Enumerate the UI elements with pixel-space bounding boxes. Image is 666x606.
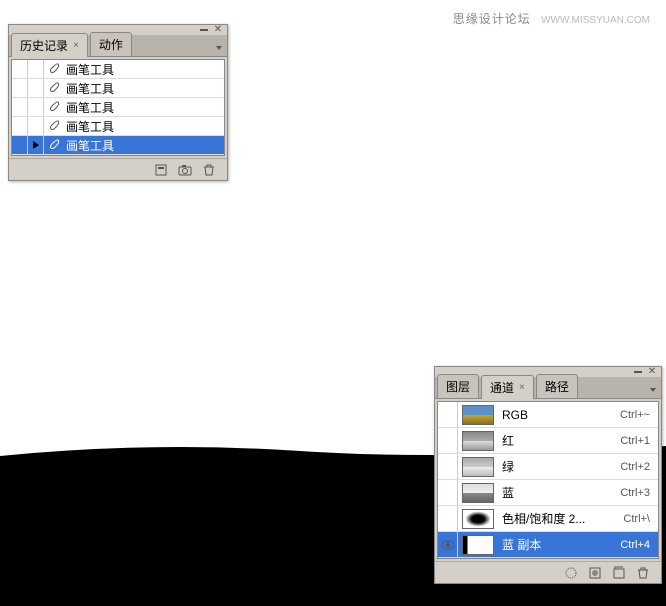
channel-shortcut: Ctrl+4 xyxy=(620,539,658,551)
tab-actions[interactable]: 动作 xyxy=(90,32,132,56)
channel-shortcut: Ctrl+~ xyxy=(620,409,658,421)
visibility-toggle[interactable] xyxy=(438,428,458,453)
eye-icon xyxy=(441,540,455,550)
delete-icon[interactable] xyxy=(201,162,217,178)
history-marker-col[interactable] xyxy=(28,136,44,154)
brush-tool-icon xyxy=(44,119,64,133)
load-selection-icon[interactable] xyxy=(563,565,579,581)
history-marker-col[interactable] xyxy=(28,98,44,116)
visibility-toggle[interactable] xyxy=(438,532,458,557)
tab-label: 路径 xyxy=(545,378,569,395)
history-item-label: 画笔工具 xyxy=(64,61,224,78)
minimize-button[interactable] xyxy=(199,26,209,34)
channels-list: RGBCtrl+~红Ctrl+1绿Ctrl+2蓝Ctrl+3色相/饱和度 2..… xyxy=(437,401,659,559)
visibility-toggle[interactable] xyxy=(438,506,458,531)
delete-channel-icon[interactable] xyxy=(635,565,651,581)
channel-label: 蓝 xyxy=(498,484,620,501)
channel-label: RGB xyxy=(498,408,620,422)
channel-label: 蓝 副本 xyxy=(498,536,620,553)
tab-close-icon[interactable]: × xyxy=(73,40,79,51)
channel-label: 绿 xyxy=(498,458,620,475)
channel-item[interactable]: 红Ctrl+1 xyxy=(438,428,658,454)
channel-item[interactable]: 蓝Ctrl+3 xyxy=(438,480,658,506)
history-item-label: 画笔工具 xyxy=(64,99,224,116)
channel-thumbnail[interactable] xyxy=(462,431,494,451)
tab-close-icon[interactable]: × xyxy=(519,382,525,393)
panel-menu-button[interactable] xyxy=(647,383,659,397)
history-marker-col[interactable] xyxy=(28,60,44,78)
tab-label: 动作 xyxy=(99,36,123,53)
history-item[interactable]: 画笔工具 xyxy=(12,136,224,155)
brush-tool-icon xyxy=(44,81,64,95)
history-snapshot-col[interactable] xyxy=(12,136,28,154)
history-snapshot-col[interactable] xyxy=(12,79,28,97)
channels-panel: ✕ 图层 通道 × 路径 RGBCtrl+~红Ctrl+1绿Ctrl+2蓝Ctr… xyxy=(434,366,662,584)
watermark-text: 思缘设计论坛 xyxy=(453,12,531,26)
history-marker-col[interactable] xyxy=(28,79,44,97)
current-state-marker-icon xyxy=(33,141,39,149)
tab-channels[interactable]: 通道 × xyxy=(481,375,534,399)
tab-layers[interactable]: 图层 xyxy=(437,374,479,398)
history-list: 画笔工具画笔工具画笔工具画笔工具画笔工具 xyxy=(11,59,225,156)
visibility-toggle[interactable] xyxy=(438,402,458,427)
history-item[interactable]: 画笔工具 xyxy=(12,79,224,98)
history-item[interactable]: 画笔工具 xyxy=(12,60,224,79)
history-item-label: 画笔工具 xyxy=(64,137,224,154)
channel-label: 色相/饱和度 2... xyxy=(498,510,623,527)
new-snapshot-icon[interactable] xyxy=(177,162,193,178)
watermark-url: WWW.MISSYUAN.COM xyxy=(541,15,650,26)
history-snapshot-col[interactable] xyxy=(12,60,28,78)
panel-menu-button[interactable] xyxy=(213,41,225,55)
tab-paths[interactable]: 路径 xyxy=(536,374,578,398)
save-selection-icon[interactable] xyxy=(587,565,603,581)
visibility-toggle[interactable] xyxy=(438,480,458,505)
history-snapshot-col[interactable] xyxy=(12,98,28,116)
channel-shortcut: Ctrl+3 xyxy=(620,487,658,499)
brush-tool-icon xyxy=(44,100,64,114)
history-footer xyxy=(9,158,227,180)
history-marker-col[interactable] xyxy=(28,117,44,135)
close-button[interactable]: ✕ xyxy=(647,368,657,376)
channel-shortcut: Ctrl+1 xyxy=(620,435,658,447)
channel-thumbnail[interactable] xyxy=(462,535,494,555)
channel-shortcut: Ctrl+\ xyxy=(623,513,658,525)
history-item[interactable]: 画笔工具 xyxy=(12,117,224,136)
watermark: 思缘设计论坛 WWW.MISSYUAN.COM xyxy=(453,10,650,27)
history-item[interactable]: 画笔工具 xyxy=(12,98,224,117)
channel-thumbnail[interactable] xyxy=(462,483,494,503)
minimize-button[interactable] xyxy=(633,368,643,376)
channel-item[interactable]: 色相/饱和度 2...Ctrl+\ xyxy=(438,506,658,532)
channels-tabs: 图层 通道 × 路径 xyxy=(435,377,661,399)
tab-label: 图层 xyxy=(446,378,470,395)
channel-label: 红 xyxy=(498,432,620,449)
tab-label: 通道 xyxy=(490,379,514,396)
channel-item[interactable]: 绿Ctrl+2 xyxy=(438,454,658,480)
new-channel-icon[interactable] xyxy=(611,565,627,581)
visibility-toggle[interactable] xyxy=(438,454,458,479)
history-tabs: 历史记录 × 动作 xyxy=(9,35,227,57)
channels-footer xyxy=(435,561,661,583)
tab-label: 历史记录 xyxy=(20,37,68,54)
brush-tool-icon xyxy=(44,138,64,152)
channel-thumbnail[interactable] xyxy=(462,509,494,529)
history-item-label: 画笔工具 xyxy=(64,118,224,135)
channel-thumbnail[interactable] xyxy=(462,457,494,477)
history-snapshot-col[interactable] xyxy=(12,117,28,135)
history-panel: ✕ 历史记录 × 动作 画笔工具画笔工具画笔工具画笔工具画笔工具 xyxy=(8,24,228,181)
brush-tool-icon xyxy=(44,62,64,76)
channel-item[interactable]: RGBCtrl+~ xyxy=(438,402,658,428)
channel-thumbnail[interactable] xyxy=(462,405,494,425)
history-item-label: 画笔工具 xyxy=(64,80,224,97)
new-document-icon[interactable] xyxy=(153,162,169,178)
close-button[interactable]: ✕ xyxy=(213,26,223,34)
channel-item[interactable]: 蓝 副本Ctrl+4 xyxy=(438,532,658,558)
tab-history[interactable]: 历史记录 × xyxy=(11,33,88,57)
channel-shortcut: Ctrl+2 xyxy=(620,461,658,473)
